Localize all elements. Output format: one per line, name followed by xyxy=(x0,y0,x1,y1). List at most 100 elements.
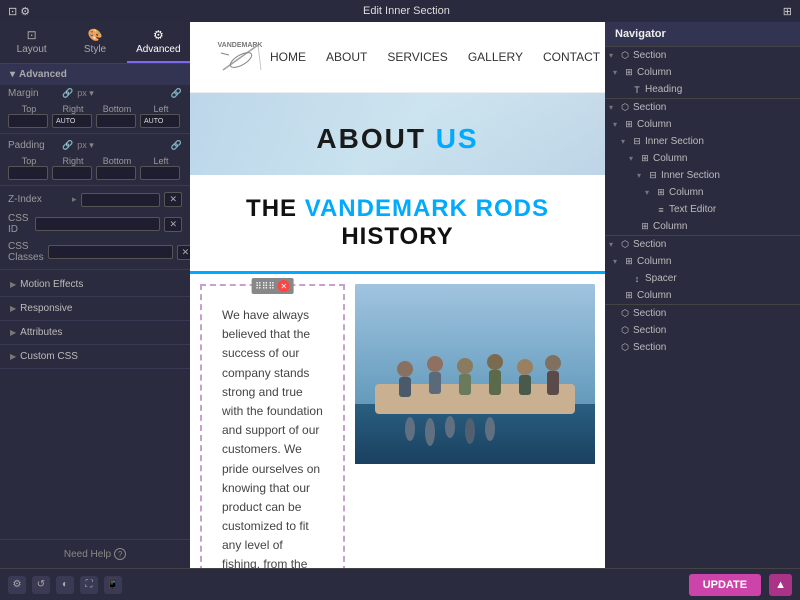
tree-column-2[interactable]: ▾ ⊞ Column xyxy=(605,116,800,133)
z-index-clear[interactable]: ✕ xyxy=(164,192,182,207)
tree-section-5[interactable]: ▾ ⬡ Section xyxy=(605,322,800,339)
section-icon: ⬡ xyxy=(619,308,631,319)
css-classes-label: CSS Classes xyxy=(8,241,44,263)
tree-label: Section xyxy=(633,308,796,319)
section-icon: ⬡ xyxy=(619,239,631,250)
tree-column-4[interactable]: ▾ ⊞ Column xyxy=(605,184,800,201)
accordion-responsive-header[interactable]: ▶ Responsive xyxy=(0,297,190,320)
need-help[interactable]: Need Help ? xyxy=(8,548,182,560)
z-index-input[interactable] xyxy=(81,193,161,207)
accordion-custom-css-header[interactable]: ▶ Custom CSS xyxy=(0,345,190,368)
padding-row: Padding 🔗 px ▾ 🔗 xyxy=(0,137,190,154)
tree-spacer[interactable]: ▾ ↕ Spacer xyxy=(605,270,800,287)
top-bar-left: ⊡ ⚙ xyxy=(8,5,30,18)
nav-home[interactable]: HOME xyxy=(270,50,306,64)
hero-section: ABOUT US xyxy=(190,93,605,175)
nav-links: HOME ABOUT SERVICES GALLERY CONTACT xyxy=(270,50,600,64)
tree-section-4[interactable]: ▾ ⬡ Section xyxy=(605,305,800,322)
link4-icon: 🔗 xyxy=(171,140,182,151)
css-classes-row: CSS Classes ✕ xyxy=(0,238,190,266)
tree-label: Section xyxy=(633,102,796,113)
tree-column-3[interactable]: ▾ ⊞ Column xyxy=(605,150,800,167)
tab-style[interactable]: 🎨 Style xyxy=(63,22,126,63)
accordion-motion: ▶ Motion Effects xyxy=(0,273,190,297)
left-panel: ⊡ Layout 🎨 Style ⚙ Advanced ▾ Advanced M… xyxy=(0,22,190,568)
padding-bottom-input[interactable] xyxy=(96,166,136,180)
tree-heading-1[interactable]: ▾ T Heading xyxy=(605,81,800,98)
padding-right-input[interactable] xyxy=(52,166,92,180)
theme-icon[interactable]: ◐ xyxy=(56,576,74,594)
close-button[interactable]: ✕ xyxy=(278,280,290,292)
nav-contact[interactable]: CONTACT xyxy=(543,50,600,64)
resize-handle[interactable]: ⠿⠿⠿ ✕ xyxy=(251,278,294,294)
navigator-title: Navigator xyxy=(605,22,800,47)
fullscreen-icon[interactable]: ⛶ xyxy=(80,576,98,594)
css-id-clear[interactable]: ✕ xyxy=(164,217,182,232)
css-classes-input[interactable] xyxy=(48,245,173,259)
help-icon: ? xyxy=(114,548,126,560)
margin-top-input[interactable] xyxy=(8,114,48,128)
tree-column-6[interactable]: ▾ ⊞ Column xyxy=(605,253,800,270)
content-section: ⠿⠿⠿ ✕ We have always believed that the s… xyxy=(190,274,605,568)
column-icon: ⊞ xyxy=(623,290,635,301)
inner-section-icon: ⊟ xyxy=(647,170,659,181)
margin-bottom-input[interactable] xyxy=(96,114,136,128)
padding-unit: px ▾ xyxy=(77,140,94,151)
css-id-row: CSS ID ✕ xyxy=(0,210,190,238)
style-icon: 🎨 xyxy=(67,28,122,42)
tree-column-7[interactable]: ▾ ⊞ Column xyxy=(605,287,800,304)
padding-top-label: Top xyxy=(8,156,50,166)
bottom-icons: ⚙ ↺ ◐ ⛶ 📱 xyxy=(8,576,122,594)
divider-3 xyxy=(0,269,190,270)
tree-inner-section-1[interactable]: ▾ ⊟ Inner Section xyxy=(605,133,800,150)
update-button[interactable]: UPDATE xyxy=(689,574,761,596)
tree-label: Heading xyxy=(645,84,796,95)
arrow-down-icon: ▾ xyxy=(609,103,617,112)
link2-icon: 🔗 xyxy=(171,88,182,99)
tree-label: Text Editor xyxy=(669,204,796,215)
divider-1 xyxy=(0,133,190,134)
chevron-right-icon: ▶ xyxy=(10,280,16,289)
section-icon: ⬡ xyxy=(619,342,631,353)
tree-column-5[interactable]: ▾ ⊞ Column xyxy=(605,218,800,235)
nav-services[interactable]: SERVICES xyxy=(387,50,447,64)
tree-section-1[interactable]: ▾ ⬡ Section xyxy=(605,47,800,64)
tree-inner-section-2[interactable]: ▾ ⊟ Inner Section xyxy=(605,167,800,184)
hero-title-plain: ABOUT xyxy=(316,123,435,154)
accordion-motion-header[interactable]: ▶ Motion Effects xyxy=(0,273,190,296)
layout-icon: ⊡ xyxy=(4,28,59,42)
settings-icon[interactable]: ⚙ xyxy=(8,576,26,594)
section-icon: ⬡ xyxy=(619,102,631,113)
padding-left-input[interactable] xyxy=(140,166,180,180)
margin-unit: px ▾ xyxy=(77,88,94,99)
tree-column-1[interactable]: ▾ ⊞ Column xyxy=(605,64,800,81)
tree-section-3[interactable]: ▾ ⬡ Section xyxy=(605,236,800,253)
update-arrow-button[interactable]: ▲ xyxy=(769,574,792,596)
heading-icon: T xyxy=(631,85,643,95)
css-id-input[interactable] xyxy=(35,217,160,231)
css-classes-clear[interactable]: ✕ xyxy=(177,245,190,260)
padding-left-label: Left xyxy=(140,156,182,166)
accordion-attributes-header[interactable]: ▶ Attributes xyxy=(0,321,190,344)
margin-left-input[interactable] xyxy=(140,114,180,128)
content-paragraph: We have always believed that the success… xyxy=(222,306,323,568)
margin-row: Margin 🔗 px ▾ 🔗 xyxy=(0,85,190,102)
padding-top-input[interactable] xyxy=(8,166,48,180)
mobile-icon[interactable]: 📱 xyxy=(104,576,122,594)
accordion-responsive: ▶ Responsive xyxy=(0,297,190,321)
margin-right-input[interactable] xyxy=(52,114,92,128)
link-icon: 🔗 xyxy=(62,88,73,99)
arrow-down-icon: ▾ xyxy=(621,137,629,146)
column-icon: ⊞ xyxy=(655,187,667,198)
undo-icon[interactable]: ↺ xyxy=(32,576,50,594)
tab-advanced[interactable]: ⚙ Advanced xyxy=(127,22,190,63)
nav-about[interactable]: ABOUT xyxy=(326,50,367,64)
tab-layout[interactable]: ⊡ Layout xyxy=(0,22,63,63)
nav-gallery[interactable]: GALLERY xyxy=(468,50,523,64)
tree-label: Section xyxy=(633,325,796,336)
tree-section-6[interactable]: ▾ ⬡ Section xyxy=(605,339,800,356)
tree-text-editor[interactable]: ▾ ≡ Text Editor xyxy=(605,201,800,218)
tree-section-2[interactable]: ▾ ⬡ Section xyxy=(605,99,800,116)
tree-label: Column xyxy=(637,290,796,301)
margin-label: Margin xyxy=(8,88,58,99)
